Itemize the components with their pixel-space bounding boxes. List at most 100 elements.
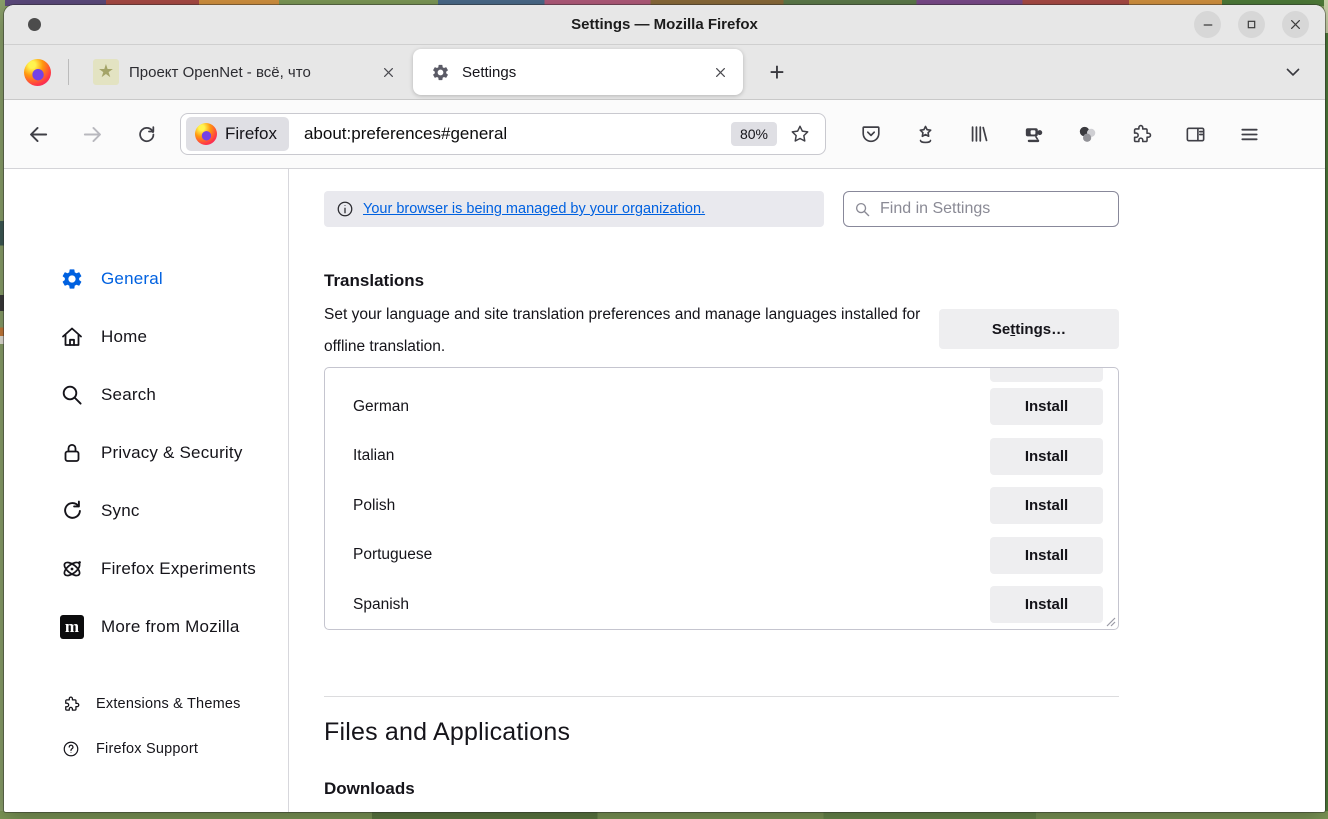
sidebar-item-label: Extensions & Themes [96,696,241,712]
sidebar-item-label: More from Mozilla [101,617,239,637]
translations-settings-button[interactable]: Settings… [939,309,1119,349]
firefox-view-button[interactable] [14,51,60,93]
install-button[interactable]: Install [990,487,1103,524]
reload-button[interactable] [126,114,166,154]
sidebar-toggle-button[interactable] [1175,114,1215,154]
sync-icon [60,499,84,523]
close-tab-icon[interactable] [707,59,733,85]
language-name: Polish [353,497,395,515]
navigation-toolbar: Firefox about:preferences#general 80% [4,100,1325,169]
mozilla-m-icon: m [60,615,84,639]
sidebar-item-label: Search [101,385,156,405]
sidebar-item-label: Firefox Support [96,741,198,757]
translation-languages-list[interactable]: German Install Italian Install Polish In… [324,367,1119,630]
firefox-window: Settings — Mozilla Firefox ★ Проект Open… [4,5,1325,812]
sidebar-footer: Extensions & Themes Firefox Support [4,681,288,771]
managed-notice: Your browser is being managed by your or… [324,191,824,227]
close-window-button[interactable] [1282,11,1309,38]
tab-title: Settings [462,64,707,81]
sidebar-item-label: Firefox Experiments [101,559,256,579]
language-name: Portuguese [353,546,432,564]
puzzle-icon [62,695,80,713]
tab-title: Проект OpenNet - всё, что [129,64,375,81]
sidebar-item-experiments[interactable]: Firefox Experiments [4,540,288,598]
language-row: German Install [325,382,1118,432]
minimize-button[interactable] [1194,11,1221,38]
window-menu-dot[interactable] [28,18,41,31]
install-button[interactable]: Install [990,388,1103,425]
back-button[interactable] [18,114,58,154]
language-row: Polish Install [325,481,1118,531]
sidebar-item-label: General [101,269,163,289]
install-button[interactable]: Install [990,438,1103,475]
list-all-tabs-button[interactable] [1275,54,1311,90]
sidebar-item-extensions-themes[interactable]: Extensions & Themes [4,681,288,726]
question-icon [62,740,80,758]
managed-notice-link[interactable]: Your browser is being managed by your or… [363,201,705,217]
language-name: Italian [353,447,394,465]
tab-settings[interactable]: Settings [413,49,743,95]
section-divider [324,696,1119,697]
language-name: German [353,398,409,416]
library-button[interactable] [959,114,999,154]
new-tab-button[interactable]: + [759,54,795,90]
zoom-level-button[interactable]: 80% [731,122,777,146]
tab-opennet[interactable]: ★ Проект OpenNet - всё, что [69,45,411,100]
site-identity-chip[interactable]: Firefox [186,117,289,151]
app-menu-button[interactable] [1229,114,1269,154]
atom-icon [60,557,84,581]
sidebar-item-home[interactable]: Home [4,308,288,366]
sidebar-item-search[interactable]: Search [4,366,288,424]
firefox-logo-icon [195,123,217,145]
find-in-settings-input[interactable] [880,200,1108,218]
window-controls [1194,11,1309,38]
sidebar-item-label: Sync [101,501,140,521]
desktop-wallpaper-bottom [0,811,1328,819]
files-applications-heading: Files and Applications [324,718,1119,747]
sidebar-item-more-from-mozilla[interactable]: m More from Mozilla [4,598,288,656]
downloadhelper-extension-button[interactable] [1067,114,1107,154]
settings-content: Your browser is being managed by your or… [289,169,1325,812]
downloads-heading: Downloads [324,779,1119,799]
url-text: about:preferences#general [304,124,731,144]
sidebar-item-general[interactable]: General [4,250,288,308]
bookmark-star-icon[interactable] [783,117,817,151]
install-button-partial[interactable] [990,368,1103,382]
translations-section: Translations Set your language and site … [324,271,1119,630]
find-in-settings-box[interactable] [843,191,1119,227]
toolbar-extensions-area [851,114,1269,154]
sidebar-item-sync[interactable]: Sync [4,482,288,540]
search-icon [60,383,84,407]
language-row: Portuguese Install [325,531,1118,581]
gear-icon [431,63,450,82]
window-title: Settings — Mozilla Firefox [4,16,1325,33]
translations-description: Set your language and site translation p… [324,299,938,363]
install-button[interactable]: Install [990,537,1103,574]
firefox-logo-icon [24,59,51,86]
translations-heading: Translations [324,271,1119,291]
tab-strip: ★ Проект OpenNet - всё, что Settings + [4,45,1325,100]
gear-icon [60,267,84,291]
maximize-button[interactable] [1238,11,1265,38]
device-extension-button[interactable] [1013,114,1053,154]
url-bar[interactable]: Firefox about:preferences#general 80% [180,113,826,155]
sidebar-item-label: Privacy & Security [101,443,243,463]
search-icon [854,201,871,218]
install-button[interactable]: Install [990,586,1103,623]
main-area: General Home Search Privacy & Security S… [4,169,1325,812]
language-name: Spanish [353,596,409,614]
close-tab-icon[interactable] [375,59,401,85]
lock-icon [60,441,84,465]
identity-label: Firefox [225,124,277,144]
language-row: Spanish Install [325,580,1118,630]
sidebar-item-label: Home [101,327,147,347]
extensions-puzzle-button[interactable] [1121,114,1161,154]
info-icon [336,200,354,218]
sidebar-item-privacy-security[interactable]: Privacy & Security [4,424,288,482]
settings-sidebar: General Home Search Privacy & Security S… [4,169,289,812]
resize-grippy[interactable] [1104,615,1116,627]
sidebar-item-firefox-support[interactable]: Firefox Support [4,726,288,771]
star-tray-extension-button[interactable] [905,114,945,154]
forward-button[interactable] [72,114,112,154]
pocket-button[interactable] [851,114,891,154]
